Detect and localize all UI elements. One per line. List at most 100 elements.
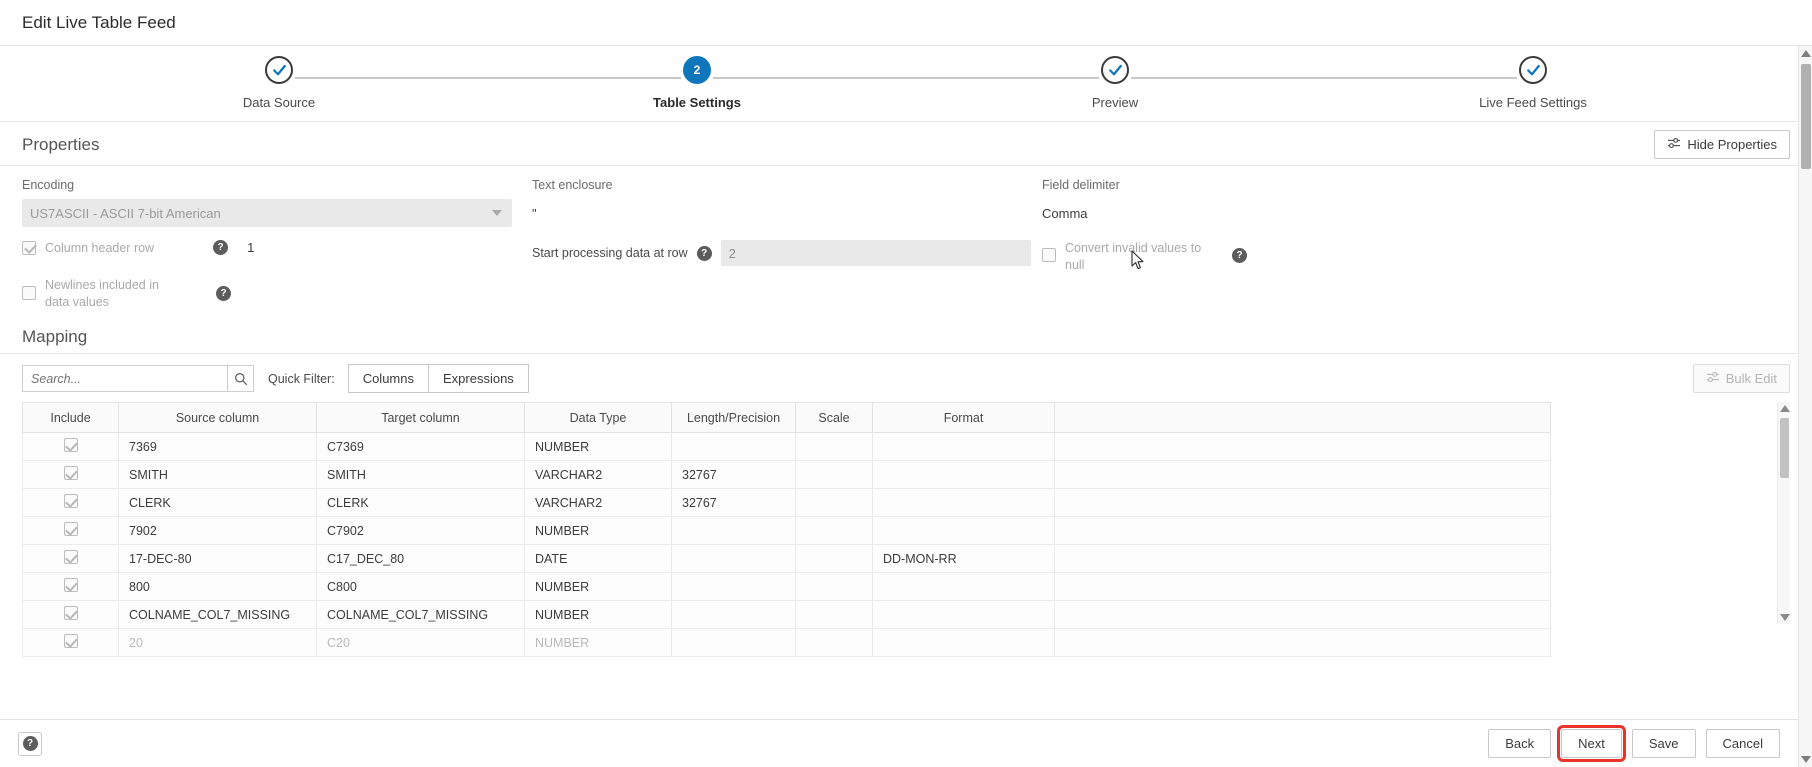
row-include-checkbox[interactable] — [63, 578, 78, 592]
cell-include[interactable] — [22, 600, 119, 629]
cell-scale[interactable] — [795, 628, 873, 657]
cell-data-type[interactable]: VARCHAR2 — [524, 488, 672, 517]
column-header-row-checkbox[interactable] — [22, 240, 36, 255]
cell-target-column[interactable]: CLERK — [316, 488, 525, 517]
cell-target-column[interactable]: C800 — [316, 572, 525, 601]
wizard-step-preview[interactable]: Preview — [906, 56, 1324, 110]
wizard-step-live-feed-settings[interactable]: Live Feed Settings — [1324, 56, 1742, 110]
column-header-include[interactable]: Include — [22, 402, 119, 433]
table-row[interactable]: SMITH SMITH VARCHAR2 32767 — [22, 460, 1551, 489]
search-button[interactable] — [227, 365, 254, 392]
cancel-button[interactable]: Cancel — [1705, 729, 1780, 758]
back-button[interactable]: Back — [1488, 729, 1552, 758]
column-header-scale[interactable]: Scale — [795, 402, 873, 433]
column-header-source-column[interactable]: Source column — [118, 402, 317, 433]
cell-include[interactable] — [22, 488, 119, 517]
cell-data-type[interactable]: NUMBER — [524, 432, 672, 461]
column-header-format[interactable]: Format — [872, 402, 1055, 433]
cell-target-column[interactable]: C7902 — [316, 516, 525, 545]
table-row[interactable]: COLNAME_COL7_MISSING COLNAME_COL7_MISSIN… — [22, 600, 1551, 629]
row-include-checkbox[interactable] — [63, 438, 78, 452]
column-header-length-precision[interactable]: Length/Precision — [671, 402, 796, 433]
table-scrollbar-thumb[interactable] — [1780, 418, 1789, 478]
cell-data-type[interactable]: DATE — [524, 544, 672, 573]
cell-format[interactable] — [872, 600, 1055, 629]
page-vertical-scrollbar[interactable] — [1798, 46, 1812, 767]
cell-format[interactable] — [872, 432, 1055, 461]
newlines-included-help-icon[interactable]: ? — [216, 286, 231, 301]
footer-help-button[interactable]: ? — [18, 731, 42, 756]
cell-include[interactable] — [22, 628, 119, 657]
cell-format[interactable] — [872, 488, 1055, 517]
cell-data-type[interactable]: NUMBER — [524, 572, 672, 601]
cell-scale[interactable] — [795, 544, 873, 573]
quick-filter-expressions-button[interactable]: Expressions — [427, 364, 529, 393]
cell-length-precision[interactable] — [671, 572, 796, 601]
row-include-checkbox[interactable] — [63, 634, 78, 648]
cell-include[interactable] — [22, 516, 119, 545]
cell-data-type[interactable]: NUMBER — [524, 516, 672, 545]
wizard-step-table-settings[interactable]: 2 Table Settings — [488, 56, 906, 110]
cell-scale[interactable] — [795, 516, 873, 545]
cell-scale[interactable] — [795, 600, 873, 629]
cell-length-precision[interactable]: 32767 — [671, 488, 796, 517]
row-include-checkbox[interactable] — [63, 606, 78, 620]
quick-filter-columns-button[interactable]: Columns — [347, 364, 429, 393]
encoding-select[interactable]: US7ASCII - ASCII 7-bit American — [22, 199, 512, 227]
table-row[interactable]: 800 C800 NUMBER — [22, 572, 1551, 601]
cell-target-column[interactable]: COLNAME_COL7_MISSING — [316, 600, 525, 629]
cell-data-type[interactable]: NUMBER — [524, 628, 672, 657]
column-header-row-help-icon[interactable]: ? — [213, 240, 229, 255]
cell-include[interactable] — [22, 460, 119, 489]
cell-target-column[interactable]: C7369 — [316, 432, 525, 461]
scroll-up-arrow-icon[interactable] — [1780, 405, 1790, 412]
cell-format[interactable] — [872, 628, 1055, 657]
table-row[interactable]: CLERK CLERK VARCHAR2 32767 — [22, 488, 1551, 517]
cell-format[interactable] — [872, 460, 1055, 489]
convert-invalid-checkbox[interactable] — [1042, 248, 1056, 262]
cell-target-column[interactable]: SMITH — [316, 460, 525, 489]
cell-format[interactable] — [872, 572, 1055, 601]
cell-length-precision[interactable] — [671, 516, 796, 545]
cell-include[interactable] — [22, 572, 119, 601]
cell-data-type[interactable]: VARCHAR2 — [524, 460, 672, 489]
cell-format[interactable] — [872, 516, 1055, 545]
cell-include[interactable] — [22, 544, 119, 573]
cell-target-column[interactable]: C17_DEC_80 — [316, 544, 525, 573]
search-input[interactable] — [22, 365, 227, 392]
cell-scale[interactable] — [795, 432, 873, 461]
page-scrollbar-thumb[interactable] — [1801, 64, 1811, 169]
cell-length-precision[interactable] — [671, 628, 796, 657]
cell-scale[interactable] — [795, 488, 873, 517]
cell-length-precision[interactable] — [671, 432, 796, 461]
newlines-included-checkbox[interactable] — [22, 286, 36, 300]
row-include-checkbox[interactable] — [63, 494, 78, 508]
scroll-down-arrow-icon[interactable] — [1780, 614, 1790, 621]
row-include-checkbox[interactable] — [63, 522, 78, 536]
cell-length-precision[interactable] — [671, 600, 796, 629]
table-row[interactable]: 7902 C7902 NUMBER — [22, 516, 1551, 545]
convert-invalid-help-icon[interactable]: ? — [1232, 248, 1247, 263]
row-include-checkbox[interactable] — [63, 466, 78, 480]
column-header-data-type[interactable]: Data Type — [524, 402, 672, 433]
start-processing-row-help-icon[interactable]: ? — [696, 245, 712, 261]
next-button[interactable]: Next — [1557, 725, 1626, 762]
cell-scale[interactable] — [795, 460, 873, 489]
hide-properties-button[interactable]: Hide Properties — [1654, 130, 1790, 159]
cell-scale[interactable] — [795, 572, 873, 601]
start-processing-row-input[interactable]: 2 — [720, 240, 1031, 266]
cell-data-type[interactable]: NUMBER — [524, 600, 672, 629]
page-scroll-up-arrow-icon[interactable] — [1801, 50, 1811, 57]
row-include-checkbox[interactable] — [63, 550, 78, 564]
cell-target-column[interactable]: C20 — [316, 628, 525, 657]
cell-format[interactable]: DD-MON-RR — [872, 544, 1055, 573]
wizard-step-data-source[interactable]: Data Source — [70, 56, 488, 110]
cell-include[interactable] — [22, 432, 119, 461]
cell-length-precision[interactable]: 32767 — [671, 460, 796, 489]
table-vertical-scrollbar[interactable] — [1777, 402, 1790, 624]
bulk-edit-button[interactable]: Bulk Edit — [1692, 364, 1790, 393]
save-button[interactable]: Save — [1631, 729, 1696, 758]
table-row[interactable]: 7369 C7369 NUMBER — [22, 432, 1551, 461]
table-row[interactable]: 20 C20 NUMBER — [22, 628, 1551, 657]
page-scroll-down-arrow-icon[interactable] — [1801, 756, 1811, 763]
